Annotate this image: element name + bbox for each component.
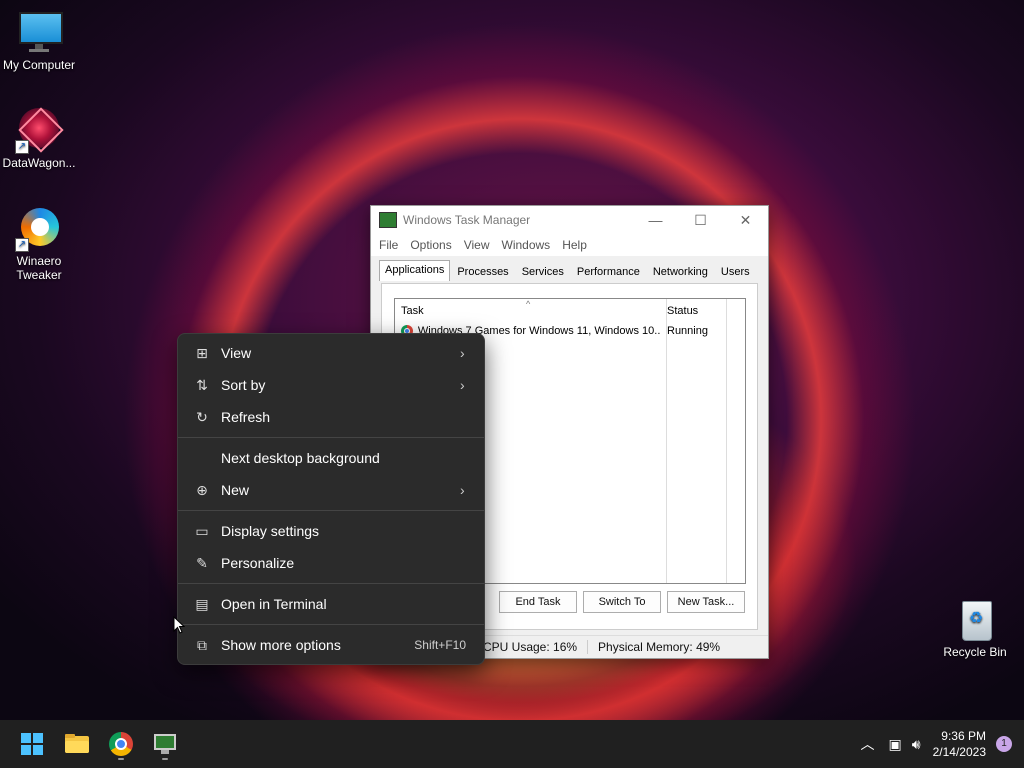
menu-item-label: Show more options [221,637,341,653]
menu-help[interactable]: Help [556,238,593,252]
shortcut-arrow-icon: ↗ [15,238,29,252]
tab-users[interactable]: Users [715,262,756,281]
minimize-button[interactable]: — [633,212,678,228]
switch-to-button[interactable]: Switch To [583,591,661,613]
chevron-right-icon: › [460,482,465,498]
menu-item-label: Display settings [221,523,320,539]
column-divider [726,299,727,583]
menu-options[interactable]: Options [404,238,457,252]
menu-item-next-desktop-background[interactable]: Next desktop background [182,442,480,474]
task-status: Running [667,325,708,337]
column-divider [666,299,667,583]
task-manager-app-icon [379,212,397,228]
tab-applications[interactable]: Applications [379,260,451,281]
menu-item-sort-by[interactable]: ⇅ Sort by › [182,369,480,401]
notification-badge[interactable]: 1 [996,736,1012,752]
menu-bar: File Options View Windows Help [371,234,768,256]
desktop-icon-datawagon[interactable]: ↗ DataWagon... [0,107,81,170]
desktop-icon-my-computer[interactable]: My Computer [0,10,81,72]
chevron-up-icon[interactable]: ︿ [861,734,875,754]
clock[interactable]: 9:36 PM 2/14/2023 [933,728,986,760]
recycle-bin-icon: ♻ [953,597,997,641]
menu-item-personalize[interactable]: ✎ Personalize [182,547,480,579]
plus-circle-icon: ⊕ [196,482,208,498]
chevron-right-icon: › [460,377,465,393]
menu-item-display-settings[interactable]: ▭ Display settings [182,515,480,547]
shortcut-text: Shift+F10 [414,638,466,652]
desktop-icon-winaero-tweaker[interactable]: ↗ Winaero Tweaker [0,206,81,282]
external-icon: ⧉ [197,637,207,653]
refresh-icon: ↻ [196,409,208,425]
menu-item-open-in-terminal[interactable]: ▤ Open in Terminal [182,588,480,620]
desktop-icon-label: Recycle Bin [943,645,1007,659]
volume-icon[interactable]: 🔊︎ [912,736,921,753]
tab-processes[interactable]: Processes [451,262,514,281]
clock-time: 9:36 PM [941,729,986,743]
desktop-icon-label: My Computer [2,58,76,72]
terminal-icon: ▤ [195,596,209,612]
tab-networking[interactable]: Networking [647,262,714,281]
task-manager-icon[interactable] [149,728,181,760]
menu-item-show-more-options[interactable]: ⧉ Show more options Shift+F10 [182,629,480,661]
menu-item-label: Open in Terminal [221,596,327,612]
menu-item-refresh[interactable]: ↻ Refresh [182,401,480,433]
desktop-icon-label: Winaero Tweaker [16,254,62,282]
menu-separator [178,583,484,584]
menu-item-label: Next desktop background [221,450,380,466]
close-button[interactable]: ✕ [723,212,768,229]
start-icon[interactable] [16,728,48,760]
end-task-button[interactable]: End Task [499,591,577,613]
task-manager-titlebar[interactable]: Windows Task Manager — ☐ ✕ [371,206,768,234]
tab-services[interactable]: Services [516,262,570,281]
shortcut-arrow-icon: ↗ [15,140,29,154]
winaero-tweaker-icon: ↗ [15,206,61,252]
clock-date: 2/14/2023 [932,745,986,759]
menu-item-new[interactable]: ⊕ New › [182,474,480,506]
desktop-context-menu: ⊞ View › ⇅ Sort by › ↻ Refresh Next desk… [177,333,485,665]
taskbar: ︿ ▣ 🔊︎ 9:36 PM 2/14/2023 1 [0,720,1024,768]
menu-item-view[interactable]: ⊞ View › [182,337,480,369]
tab-strip: Applications Processes Services Performa… [371,256,768,281]
brush-icon: ✎ [196,555,208,571]
mouse-cursor-icon [173,616,185,634]
chevron-right-icon: › [460,345,465,361]
menu-item-label: Personalize [221,555,295,571]
desktop-icon-label: DataWagon... [2,156,76,170]
system-tray: ︿ ▣ 🔊︎ 9:36 PM 2/14/2023 1 [861,720,1024,768]
sort-arrow-icon: ^ [526,299,531,309]
file-explorer-icon[interactable] [61,728,93,760]
chrome-icon[interactable] [105,728,137,760]
physical-memory: Physical Memory: 49% [598,640,721,654]
display-icon: ▭ [195,523,209,539]
menu-item-label: New [221,482,250,498]
menu-item-label: Refresh [221,409,271,425]
tab-performance[interactable]: Performance [571,262,646,281]
network-icon[interactable]: ▣ [889,736,902,753]
datawagon-icon: ↗ [15,107,64,154]
menu-file[interactable]: File [373,238,404,252]
menu-separator [178,624,484,625]
maximize-button[interactable]: ☐ [678,212,723,229]
window-title: Windows Task Manager [403,213,531,227]
menu-item-label: Sort by [221,377,266,393]
desktop-icon-recycle-bin[interactable]: ♻ Recycle Bin [933,597,1017,659]
sort-icon: ⇅ [196,377,208,393]
new-task-button[interactable]: New Task... [667,591,745,613]
menu-item-label: View [221,345,252,361]
menu-separator [178,437,484,438]
menu-view[interactable]: View [458,238,496,252]
menu-separator [178,510,484,511]
computer-icon [17,10,63,54]
menu-windows[interactable]: Windows [496,238,557,252]
grid-icon: ⊞ [196,345,208,361]
